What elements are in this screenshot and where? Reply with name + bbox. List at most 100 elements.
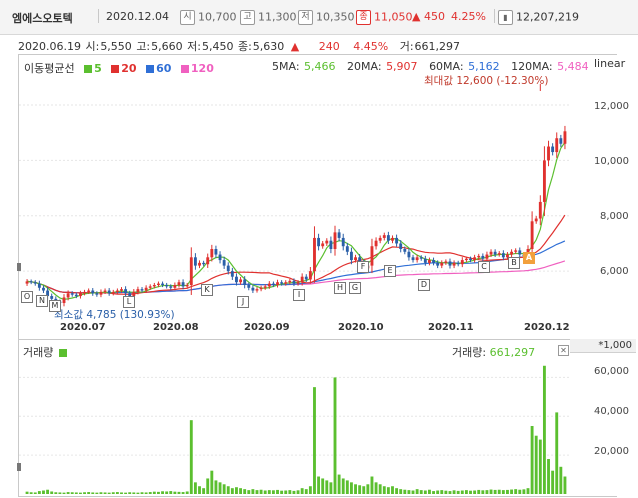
candle-body	[169, 286, 173, 288]
volume-bar	[54, 492, 58, 494]
info-change-pct: 4.45%	[353, 40, 389, 53]
candle-body	[87, 290, 91, 292]
low-value: 10,350	[316, 10, 355, 24]
pattern-marker[interactable]: F	[357, 261, 369, 273]
info-low: 5,450	[201, 40, 234, 53]
stock-name[interactable]: 엠에스오토텍	[12, 10, 73, 26]
volume-bar	[526, 488, 530, 494]
candle-body	[378, 237, 382, 241]
pattern-marker[interactable]: A	[523, 252, 535, 264]
candle-body	[551, 146, 555, 153]
volume-bar	[555, 412, 559, 494]
volume-bar	[395, 488, 399, 494]
scale-mode-toggle[interactable]: linear	[594, 57, 625, 70]
pattern-marker[interactable]: G	[349, 282, 361, 294]
candle-body	[559, 138, 563, 144]
candle-body	[222, 260, 226, 266]
candle-body	[218, 254, 222, 261]
candle-body	[534, 218, 538, 222]
candle-body	[313, 237, 316, 272]
candle-body	[321, 243, 325, 247]
pattern-marker[interactable]: K	[201, 284, 213, 296]
volume-bar	[288, 490, 292, 494]
candle-body	[386, 235, 390, 241]
candle-body	[341, 237, 345, 247]
open-quote: 시 10,700	[180, 10, 237, 25]
volume-readout-value: 661,297	[489, 346, 536, 359]
volume-bar	[551, 470, 555, 494]
volume-tick: 20,000	[594, 446, 629, 457]
volume-bar	[284, 490, 288, 494]
price-scroll-handle[interactable]	[17, 263, 21, 271]
candle-body	[477, 255, 481, 258]
pattern-marker[interactable]: H	[334, 282, 346, 294]
volume-bar	[185, 491, 189, 494]
volume-bar	[239, 488, 243, 494]
volume-bar	[198, 486, 201, 494]
pattern-marker[interactable]: N	[36, 295, 48, 307]
candle-body	[473, 257, 477, 261]
close-icon[interactable]: ✕	[558, 345, 569, 356]
volume-bar	[391, 486, 394, 494]
volume-bar	[46, 489, 50, 494]
volume-bar	[37, 491, 41, 494]
volume-readout-label: 거래량:	[452, 346, 487, 359]
candle-body	[419, 257, 423, 259]
candle-body	[83, 291, 86, 294]
candle-body	[428, 260, 431, 263]
volume-scroll-handle[interactable]	[17, 463, 21, 471]
volume-bar	[370, 476, 374, 494]
pattern-marker[interactable]: L	[123, 296, 135, 308]
candle-body	[530, 221, 534, 249]
volume-bar	[428, 489, 431, 494]
candle-body	[202, 262, 206, 265]
candle-body	[354, 257, 357, 261]
pattern-marker[interactable]: I	[293, 289, 305, 301]
info-close: 5,630	[252, 40, 285, 53]
info-open-label: 시:	[85, 40, 100, 53]
pattern-marker[interactable]: B	[508, 257, 520, 269]
volume-bar	[193, 482, 197, 494]
volume-bar	[354, 484, 357, 494]
volume-bar	[91, 492, 95, 494]
candle-body	[501, 253, 505, 258]
ma5-line	[27, 142, 566, 301]
quote-date: 2020.12.04	[106, 10, 169, 23]
close-quote: 종 11,050	[356, 10, 413, 25]
volume-bar	[58, 492, 62, 494]
volume-bar	[87, 492, 91, 494]
volume-bar	[349, 482, 353, 494]
volume-bar	[95, 492, 99, 494]
open-tag: 시	[180, 10, 195, 25]
volume-bar	[460, 490, 464, 494]
candle-body	[99, 291, 103, 295]
volume-bar	[202, 488, 206, 494]
volume-bar	[25, 491, 29, 494]
volume-bar	[74, 492, 78, 494]
pattern-marker[interactable]: M	[49, 300, 61, 312]
candle-body	[317, 237, 321, 247]
volume-bar	[235, 487, 238, 494]
volume-bar	[464, 490, 468, 494]
candle-body	[440, 262, 444, 266]
pattern-marker[interactable]: J	[237, 296, 249, 308]
price-tick: 8,000	[600, 211, 629, 222]
volume-bar	[386, 487, 390, 494]
pattern-marker[interactable]: O	[21, 291, 33, 303]
date-tick: 2020.10	[338, 322, 384, 333]
volume-bar	[70, 492, 74, 494]
pattern-marker[interactable]: D	[418, 279, 430, 291]
volume-bar	[263, 490, 267, 494]
close-tag: 종	[356, 10, 371, 25]
candle-body	[469, 258, 472, 261]
pattern-marker[interactable]: C	[478, 261, 490, 273]
info-close-label: 종:	[237, 40, 252, 53]
divider	[494, 9, 495, 23]
pattern-marker[interactable]: E	[384, 265, 396, 277]
candle-body	[542, 160, 546, 202]
volume-bar	[304, 489, 308, 494]
candle-body	[161, 283, 164, 285]
volume-bar	[83, 492, 86, 494]
price-tick: 10,000	[594, 156, 629, 167]
volume-bar	[313, 387, 316, 494]
